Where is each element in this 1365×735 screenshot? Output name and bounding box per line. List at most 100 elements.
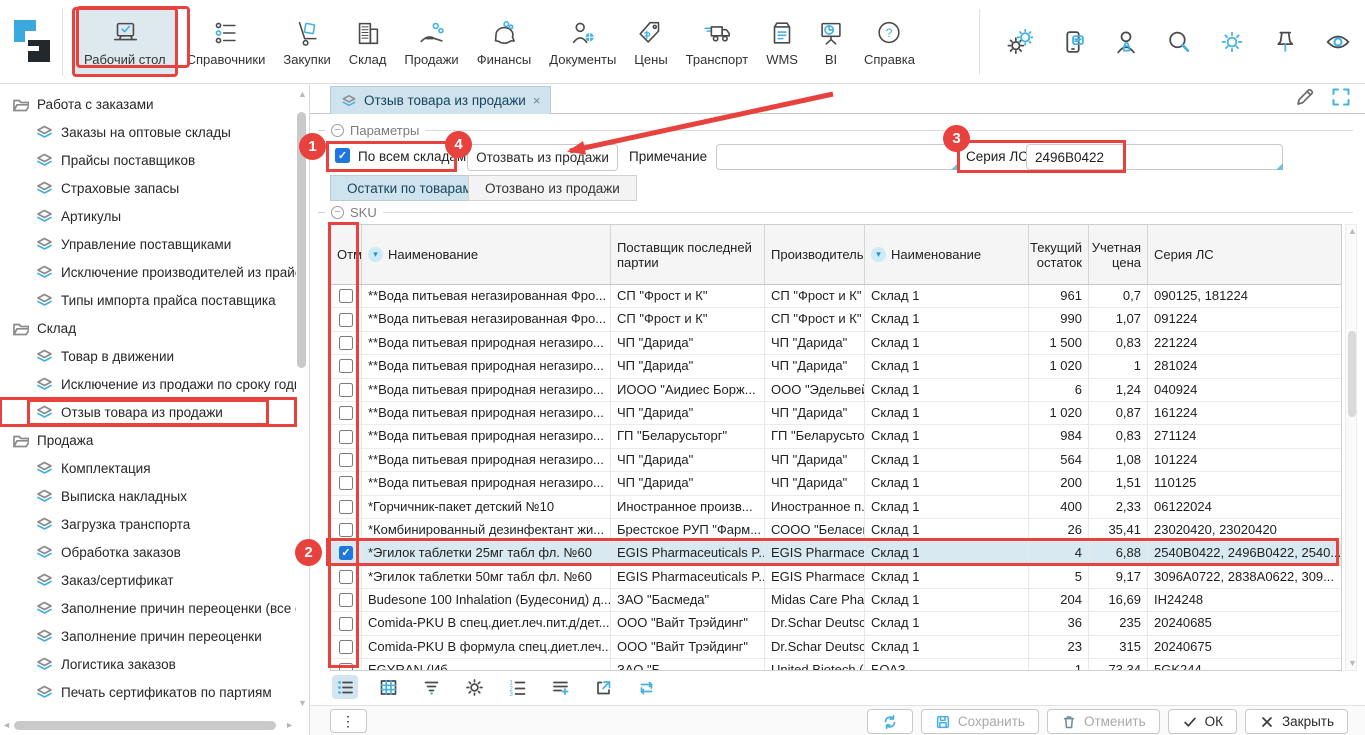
row-checkbox[interactable] <box>339 500 353 514</box>
maximize-icon[interactable] <box>1331 87 1351 107</box>
reload-grid-icon[interactable] <box>633 675 659 699</box>
recall-from-sale-button[interactable]: Отозвать из продажи <box>467 144 618 171</box>
collapse-sku-icon[interactable]: − <box>331 206 344 219</box>
toolbar-item-bi[interactable]: BI <box>807 7 855 77</box>
table-row[interactable]: **Вода питьевая природная негазиро... ИО… <box>331 379 1341 402</box>
row-checkbox[interactable] <box>339 570 353 584</box>
grid-settings-icon[interactable] <box>461 675 487 699</box>
sidebar-item[interactable]: Работа с заказами <box>0 90 296 118</box>
sidebar-item[interactable]: Логистика заказов <box>0 650 296 678</box>
row-checkbox[interactable] <box>339 313 353 327</box>
filter-icon[interactable] <box>418 675 444 699</box>
table-row[interactable]: Comida-PKU B спец.диет.леч.пит.д/дет... … <box>331 612 1341 635</box>
user-lock-icon[interactable] <box>1113 29 1139 55</box>
sidebar-item[interactable]: Выписка накладных <box>0 482 296 510</box>
table-row[interactable]: Comida-PKU B формула спец.диет.леч.... О… <box>331 636 1341 659</box>
sidebar-item[interactable]: Товар в движении <box>0 342 296 370</box>
col-header-series[interactable]: Серия ЛС <box>1148 225 1342 284</box>
all-warehouses-checkbox[interactable]: ✓ <box>335 148 350 163</box>
scroll-down-icon[interactable]: ▼ <box>1348 659 1357 668</box>
toolbar-item-references[interactable]: Справочники <box>178 7 275 77</box>
edit-pencil-icon[interactable] <box>1295 87 1315 107</box>
sidebar-item[interactable]: Заказ/сертификат <box>0 566 296 594</box>
toolbar-item-help[interactable]: ? Справка <box>855 7 924 77</box>
view-grid-icon[interactable] <box>375 675 401 699</box>
sidebar-item[interactable]: Комплектация <box>0 454 296 482</box>
sidebar-item[interactable]: Типы импорта прайса поставщика <box>0 286 296 314</box>
toolbar-item-documents[interactable]: Документы <box>540 7 625 77</box>
scrollbar-thumb[interactable] <box>14 721 276 730</box>
row-checkbox[interactable] <box>339 640 353 654</box>
sidebar-vertical-scrollbar[interactable]: ▲ ▼ <box>296 88 307 710</box>
sidebar-item[interactable]: Заказы на оптовые склады <box>0 118 296 146</box>
scroll-right-icon[interactable]: ► <box>285 721 294 730</box>
sidebar-horizontal-scrollbar[interactable]: ◄ ► <box>2 720 294 731</box>
row-checkbox[interactable] <box>339 476 353 490</box>
table-row[interactable]: **Вода питьевая природная негазиро... ЧП… <box>331 332 1341 355</box>
scroll-left-icon[interactable]: ◄ <box>2 721 11 730</box>
row-checkbox[interactable] <box>339 383 353 397</box>
toolbar-item-transport[interactable]: Транспорт <box>677 7 758 77</box>
visibility-icon[interactable] <box>1325 29 1351 55</box>
toolbar-item-purchases[interactable]: Закупки <box>274 7 339 77</box>
row-checkbox[interactable] <box>339 359 353 373</box>
numbered-list-icon[interactable]: 123 <box>504 675 530 699</box>
table-row[interactable]: **Вода питьевая природная негазиро... ЧП… <box>331 355 1341 378</box>
sidebar-item[interactable]: Исключение производителей из прайса <box>0 258 296 286</box>
col-header-supplier[interactable]: Поставщик последней партии <box>611 225 765 284</box>
table-row[interactable]: **Вода питьевая природная негазиро... ЧП… <box>331 402 1341 425</box>
filter-icon[interactable]: ▾ <box>871 247 886 262</box>
row-checkbox[interactable]: ✓ <box>339 546 353 560</box>
sidebar-item[interactable]: Управление поставщиками <box>0 230 296 258</box>
col-header-current-stock[interactable]: Текущий остаток <box>1029 225 1089 284</box>
col-header-warehouse[interactable]: ▾Наименование <box>865 225 1029 284</box>
col-header-book-price[interactable]: Учетная цена <box>1089 225 1148 284</box>
table-row[interactable]: *Комбинированный дезинфектант жи... Брес… <box>331 519 1341 542</box>
row-checkbox[interactable] <box>339 617 353 631</box>
table-row[interactable]: ✓ *Эгилок таблетки 25мг табл фл. №60 EGI… <box>331 542 1341 565</box>
sidebar-item[interactable]: Заполнение причин переоценки <box>0 622 296 650</box>
toolbar-item-prices[interactable]: Цены <box>625 7 676 77</box>
refresh-button[interactable] <box>867 709 913 734</box>
collapse-params-icon[interactable]: − <box>331 124 344 137</box>
table-row[interactable]: **Вода питьевая природная негазиро... ГП… <box>331 425 1341 448</box>
add-to-list-icon[interactable] <box>547 675 573 699</box>
sidebar-item[interactable]: Склад <box>0 314 296 342</box>
series-input[interactable] <box>1026 144 1283 170</box>
scroll-up-icon[interactable]: ▲ <box>1348 227 1357 236</box>
sidebar-item[interactable]: Исключение из продажи по сроку годно <box>0 370 296 398</box>
note-input[interactable] <box>716 144 958 170</box>
pin-icon[interactable] <box>1272 29 1298 55</box>
sidebar-item[interactable]: Страховые запасы <box>0 174 296 202</box>
sidebar-item[interactable]: Артикулы <box>0 202 296 230</box>
row-checkbox[interactable] <box>339 406 353 420</box>
toolbar-item-desktop[interactable]: Рабочий стол <box>72 7 178 77</box>
toolbar-item-finance[interactable]: Финансы <box>468 7 541 77</box>
sidebar-item[interactable]: Прайсы поставщиков <box>0 146 296 174</box>
table-row[interactable]: **Вода питьевая природная негазиро... ЧП… <box>331 449 1341 472</box>
close-button[interactable]: Закрыть <box>1245 709 1348 734</box>
view-list-icon[interactable] <box>332 675 358 699</box>
row-checkbox[interactable] <box>339 336 353 350</box>
save-button[interactable]: Сохранить <box>921 709 1039 734</box>
row-checkbox[interactable] <box>339 523 353 537</box>
table-row[interactable]: **Вода питьевая негазированная Фро... СП… <box>331 308 1341 331</box>
table-row[interactable]: Budesone 100 Inhalation (Будесонид) д...… <box>331 589 1341 612</box>
row-checkbox[interactable] <box>339 663 353 671</box>
filter-icon[interactable]: ▾ <box>368 247 383 262</box>
tab-recall-from-sale[interactable]: Отзыв товара из продажи × <box>330 86 551 114</box>
scroll-down-icon[interactable]: ▼ <box>298 699 307 708</box>
table-row[interactable]: **Вода питьевая негазированная Фро... СП… <box>331 285 1341 308</box>
row-checkbox[interactable] <box>339 453 353 467</box>
brightness-icon[interactable] <box>1219 29 1245 55</box>
settings-gears-icon[interactable] <box>1007 29 1033 55</box>
search-icon[interactable] <box>1166 29 1192 55</box>
scrollbar-thumb[interactable] <box>297 112 306 368</box>
open-external-icon[interactable] <box>590 675 616 699</box>
sidebar-item[interactable]: Загрузка транспорта <box>0 510 296 538</box>
tab-close-icon[interactable]: × <box>533 93 541 108</box>
sidebar-item[interactable]: Обработка заказов <box>0 538 296 566</box>
row-checkbox[interactable] <box>339 289 353 303</box>
sidebar-item[interactable]: Отзыв товара из продажи <box>0 398 296 426</box>
sidebar-item[interactable]: Печать сертификатов по партиям <box>0 678 296 706</box>
